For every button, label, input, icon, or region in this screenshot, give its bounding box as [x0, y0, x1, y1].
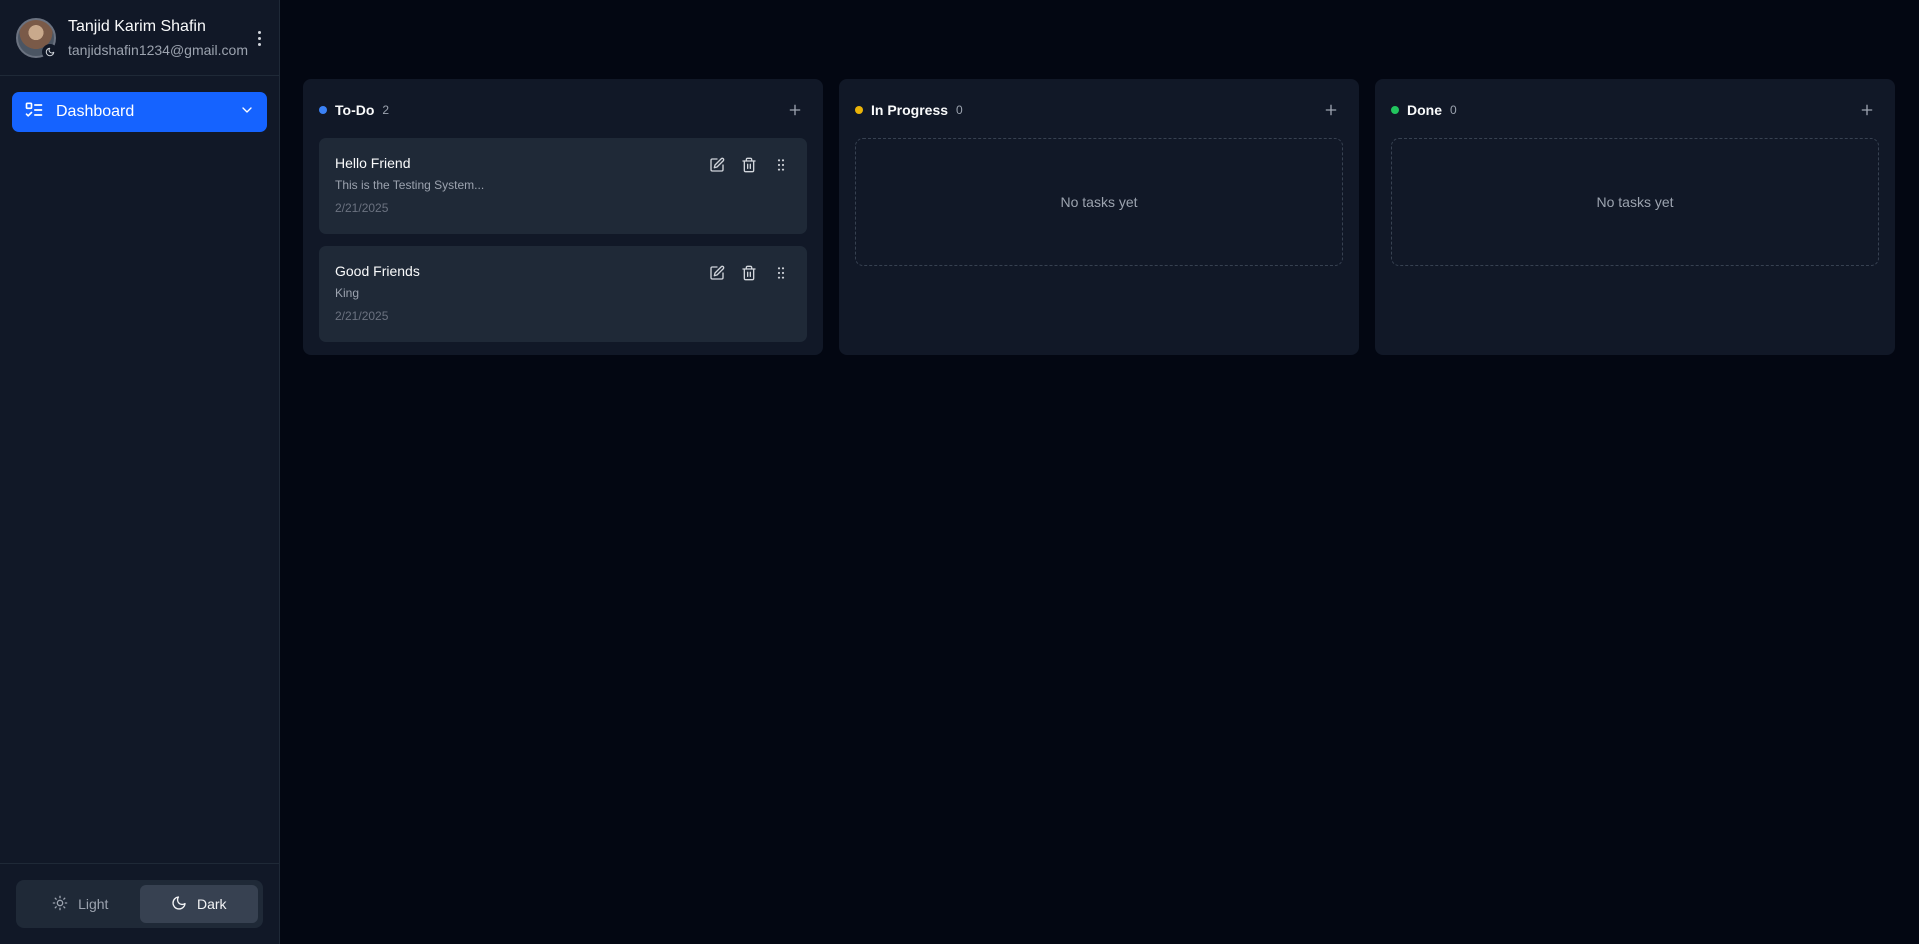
task-description: King — [335, 286, 360, 300]
sun-icon — [52, 895, 68, 914]
list-checks-icon — [24, 100, 44, 125]
empty-dropzone[interactable]: No tasks yet — [855, 138, 1343, 266]
drag-handle-icon[interactable] — [771, 155, 791, 175]
column-count: 0 — [1450, 103, 1457, 117]
column-header: To-Do 2 — [319, 95, 807, 125]
task-date: 2/21/2025 — [335, 309, 389, 323]
trash-icon[interactable] — [739, 155, 759, 175]
theme-switcher: Light Dark — [0, 863, 279, 944]
user-name: Tanjid Karim Shafin — [68, 17, 206, 35]
sidebar-nav: Dashboard — [0, 76, 279, 863]
profile-text: Tanjid Karim Shafin tanjidshafin1234@gma… — [68, 17, 248, 58]
light-theme-label: Light — [78, 896, 109, 912]
sidebar: Tanjid Karim Shafin tanjidshafin1234@gma… — [0, 0, 280, 944]
column-header: In Progress 0 — [855, 95, 1343, 125]
task-date: 2/21/2025 — [335, 201, 389, 215]
trash-icon[interactable] — [739, 263, 759, 283]
app: Tanjid Karim Shafin tanjidshafin1234@gma… — [0, 0, 1919, 944]
column-header: Done 0 — [1391, 95, 1879, 125]
status-dot — [1391, 106, 1399, 114]
status-dot — [319, 106, 327, 114]
plus-icon[interactable] — [1855, 98, 1879, 122]
user-profile: Tanjid Karim Shafin tanjidshafin1234@gma… — [0, 0, 279, 76]
empty-state-text: No tasks yet — [1060, 194, 1138, 210]
column-todo: To-Do 2 Hello Friend This is the Testing… — [303, 79, 823, 355]
task-actions — [707, 155, 791, 175]
theme-toggle: Light Dark — [16, 880, 263, 928]
more-vertical-icon[interactable] — [251, 28, 267, 48]
plus-icon[interactable] — [783, 98, 807, 122]
user-email: tanjidshafin1234@gmail.com — [68, 41, 248, 58]
column-title: To-Do — [335, 102, 375, 118]
sidebar-item-dashboard[interactable]: Dashboard — [12, 92, 267, 132]
status-dot — [855, 106, 863, 114]
column-count: 2 — [382, 103, 390, 117]
dark-theme-label: Dark — [196, 896, 227, 912]
drag-handle-icon[interactable] — [771, 263, 791, 283]
column-title: Done — [1407, 102, 1442, 118]
moon-icon — [42, 43, 58, 60]
edit-icon[interactable] — [707, 155, 727, 175]
column-done: Done 0 No tasks yet — [1375, 79, 1895, 355]
main-content: To-Do 2 Hello Friend This is the Testing… — [280, 0, 1919, 944]
chevron-down-icon — [239, 102, 255, 123]
task-description: This is the Testing System... — [335, 178, 485, 192]
empty-state-text: No tasks yet — [1596, 194, 1674, 210]
edit-icon[interactable] — [707, 263, 727, 283]
light-theme-button[interactable]: Light — [21, 885, 140, 923]
kanban-board: To-Do 2 Hello Friend This is the Testing… — [303, 79, 1896, 355]
column-count: 0 — [956, 103, 963, 117]
task-actions — [707, 263, 791, 283]
empty-dropzone[interactable]: No tasks yet — [1391, 138, 1879, 266]
sidebar-item-label: Dashboard — [56, 103, 135, 120]
column-title: In Progress — [871, 102, 949, 118]
moon-icon — [171, 895, 187, 914]
task-card[interactable]: Good Friends King 2/21/2025 — [319, 246, 807, 342]
avatar[interactable] — [16, 17, 58, 60]
column-in-progress: In Progress 0 No tasks yet — [839, 79, 1359, 355]
task-card[interactable]: Hello Friend This is the Testing System.… — [319, 138, 807, 234]
dark-theme-button[interactable]: Dark — [139, 885, 258, 923]
plus-icon[interactable] — [1319, 98, 1343, 122]
